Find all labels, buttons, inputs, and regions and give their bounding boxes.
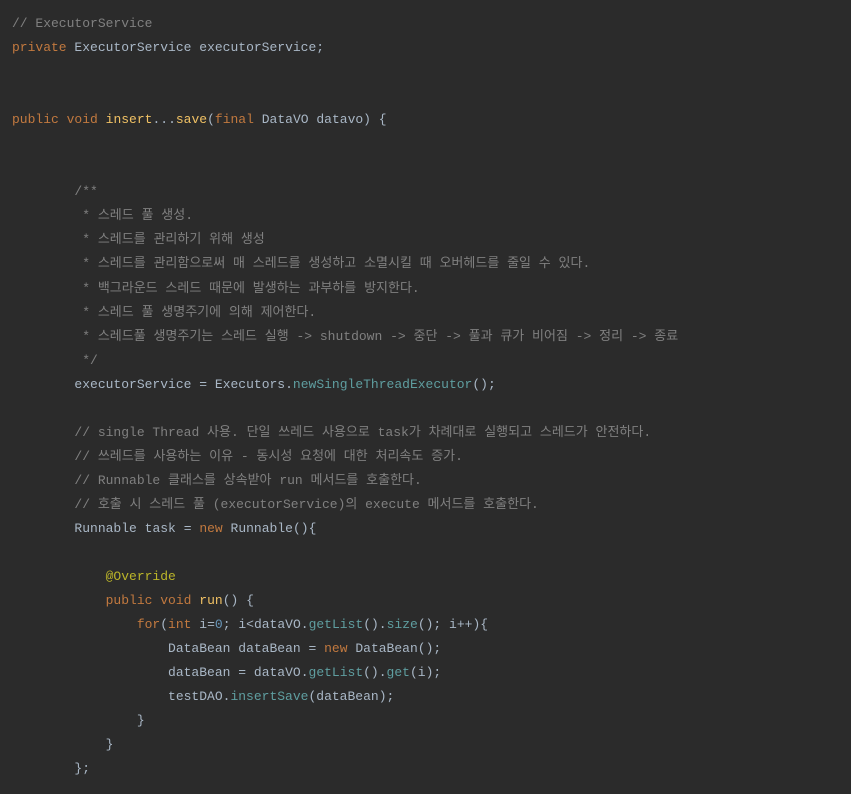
- comment-line: * 스레드 풀 생명주기에 의해 제어한다.: [74, 305, 316, 320]
- comment-line: // 쓰레드를 사용하는 이유 - 동시성 요청에 대한 처리속도 증가.: [74, 449, 462, 464]
- comment-line: * 스레드풀 생명주기는 스레드 실행 -> shutdown -> 중단 ->…: [74, 329, 678, 344]
- type-databean: DataBean: [168, 641, 230, 656]
- comment-line: // Runnable 클래스를 상속받아 run 메서드를 호출한다.: [74, 473, 421, 488]
- method-save: save: [176, 112, 207, 127]
- comment-line: * 스레드를 관리함으로써 매 스레드를 생성하고 소멸시킬 때 오버헤드를 줄…: [74, 256, 590, 271]
- number-zero: 0: [215, 617, 223, 632]
- param-datavo: datavo: [316, 112, 363, 127]
- var-datavo: dataVO: [254, 617, 301, 632]
- keyword-new: new: [199, 521, 222, 536]
- method-insert: insert: [106, 112, 153, 127]
- comment-line: // ExecutorService: [12, 16, 152, 31]
- var-executorservice: executorService: [199, 40, 316, 55]
- keyword-for: for: [137, 617, 160, 632]
- keyword-new: new: [324, 641, 347, 656]
- keyword-final: final: [215, 112, 254, 127]
- comment-block-start: /**: [74, 184, 97, 199]
- code-block: // ExecutorService private ExecutorServi…: [12, 12, 839, 782]
- var-testdao: testDAO: [168, 689, 223, 704]
- comment-block-end: */: [74, 353, 97, 368]
- keyword-void: void: [160, 593, 191, 608]
- method-newsinglethread: newSingleThreadExecutor: [293, 377, 472, 392]
- for-increment: i++: [449, 617, 472, 632]
- var-i: i: [199, 617, 207, 632]
- var-databean: dataBean: [168, 665, 230, 680]
- var-task: task: [145, 521, 176, 536]
- method-getlist: getList: [309, 665, 364, 680]
- var-executorservice: executorService: [74, 377, 191, 392]
- method-get: get: [387, 665, 410, 680]
- method-size: size: [387, 617, 418, 632]
- param-databean: dataBean: [316, 689, 378, 704]
- class-executors: Executors: [215, 377, 285, 392]
- class-runnable: Runnable: [231, 521, 293, 536]
- var-i: i: [418, 665, 426, 680]
- comment-line: // single Thread 사용. 단일 쓰레드 사용으로 task가 차…: [74, 425, 651, 440]
- method-insertsave: insertSave: [230, 689, 308, 704]
- var-databean: dataBean: [238, 641, 300, 656]
- type-datavo: DataVO: [262, 112, 309, 127]
- comment-line: * 스레드 풀 생성.: [74, 208, 193, 223]
- keyword-public: public: [12, 112, 59, 127]
- type-executorservice: ExecutorService: [74, 40, 191, 55]
- keyword-void: void: [67, 112, 98, 127]
- comment-line: * 스레드를 관리하기 위해 생성: [74, 232, 264, 247]
- type-runnable: Runnable: [74, 521, 136, 536]
- method-getlist: getList: [309, 617, 364, 632]
- var-datavo: dataVO: [254, 665, 301, 680]
- comment-line: * 백그라운드 스레드 때문에 발생하는 과부하를 방지한다.: [74, 281, 419, 296]
- method-run: run: [199, 593, 222, 608]
- class-databean: DataBean: [355, 641, 417, 656]
- annotation-override: @Override: [106, 569, 176, 584]
- comment-line: // 호출 시 스레드 풀 (executorService)의 execute…: [74, 497, 538, 512]
- keyword-public: public: [106, 593, 153, 608]
- keyword-private: private: [12, 40, 67, 55]
- keyword-int: int: [168, 617, 191, 632]
